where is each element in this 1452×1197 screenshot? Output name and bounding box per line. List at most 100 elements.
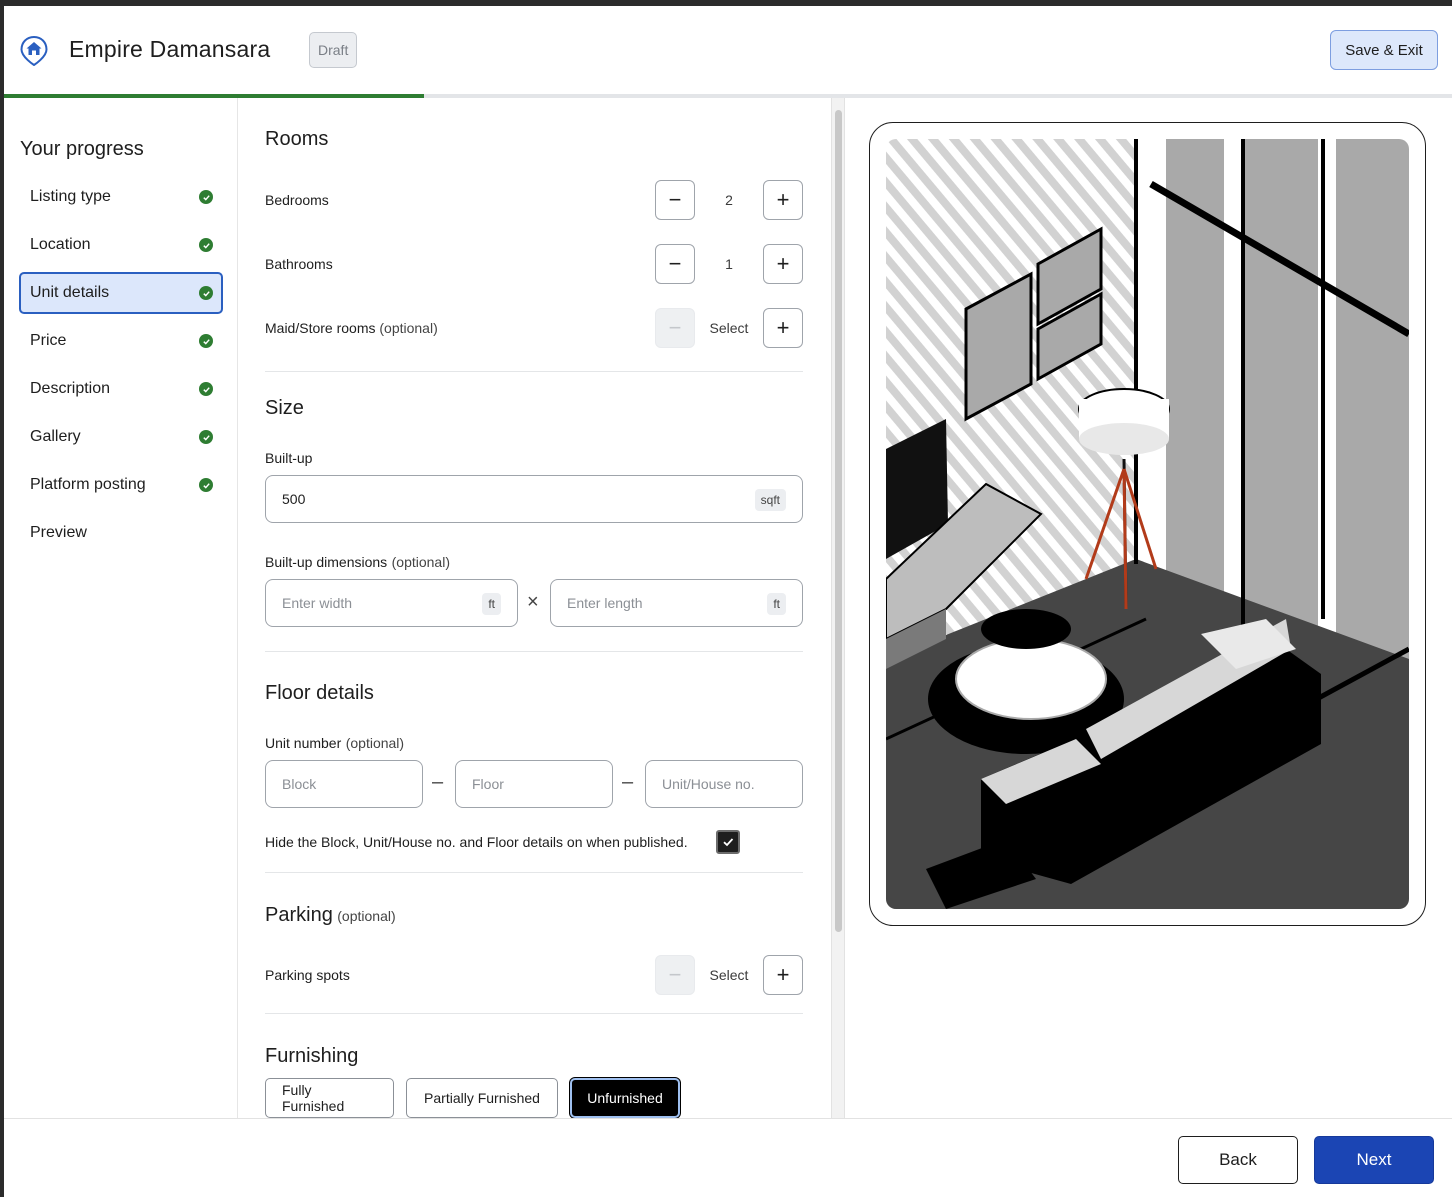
save-exit-button[interactable]: Save & Exit	[1330, 30, 1438, 70]
maid-rooms-stepper: − Select +	[655, 308, 803, 348]
plus-icon: +	[776, 315, 790, 340]
sidebar-item-label: Preview	[30, 524, 87, 541]
bedrooms-decrement-button[interactable]: −	[655, 180, 695, 220]
progress-sidebar: Your progress Listing type Location Unit d…	[4, 98, 238, 1118]
width-input[interactable]: Enter width ft	[265, 579, 518, 627]
parking-increment-button[interactable]: +	[763, 955, 803, 995]
dash-separator: –	[432, 771, 444, 793]
unit-details-form: Rooms Bedrooms − 2 + Bathrooms − 1 + Mai…	[239, 98, 831, 1118]
sidebar-item-label: Unit details	[30, 284, 110, 301]
sidebar-item-preview[interactable]: Preview	[19, 512, 223, 554]
back-button[interactable]: Back	[1178, 1136, 1298, 1184]
dash-separator: –	[622, 771, 634, 793]
maid-rooms-label-text: Maid/Store rooms	[265, 320, 376, 336]
block-input[interactable]: Block	[265, 760, 423, 808]
home-pin-logo-icon	[20, 36, 48, 66]
check-circle-icon	[199, 190, 213, 204]
sidebar-item-unit-details[interactable]: Unit details	[19, 272, 223, 314]
maid-rooms-increment-button[interactable]: +	[763, 308, 803, 348]
optional-tag: (optional)	[379, 320, 438, 336]
illustration-frame	[869, 122, 1426, 926]
maid-rooms-decrement-button[interactable]: −	[655, 308, 695, 348]
ft-unit-badge: ft	[482, 593, 501, 615]
floor-placeholder: Floor	[472, 776, 504, 792]
bedrooms-increment-button[interactable]: +	[763, 180, 803, 220]
bathrooms-decrement-button[interactable]: −	[655, 244, 695, 284]
furnishing-option-fully[interactable]: Fully Furnished	[265, 1078, 394, 1118]
furnishing-option-partially[interactable]: Partially Furnished	[406, 1078, 558, 1118]
length-input[interactable]: Enter length ft	[550, 579, 803, 627]
floor-input[interactable]: Floor	[455, 760, 613, 808]
parking-spots-label: Parking spots	[265, 967, 350, 983]
parking-value: Select	[709, 967, 749, 983]
size-heading: Size	[265, 397, 304, 419]
sqft-unit-badge: sqft	[754, 489, 786, 511]
ft-unit-badge: ft	[767, 593, 786, 615]
maid-rooms-row: Maid/Store rooms (optional) − Select +	[265, 308, 803, 348]
sidebar-item-label: Price	[30, 332, 67, 349]
times-separator: ×	[527, 591, 539, 613]
sidebar-item-price[interactable]: Price	[19, 320, 223, 362]
bedrooms-stepper: − 2 +	[655, 180, 803, 220]
plus-icon: +	[776, 962, 790, 987]
hide-details-checkbox[interactable]	[716, 830, 740, 854]
furnishing-heading: Furnishing	[265, 1045, 359, 1067]
section-divider	[265, 872, 803, 873]
page-title: Empire Damansara	[69, 36, 271, 62]
sidebar-item-description[interactable]: Description	[19, 368, 223, 410]
builtup-value: 500	[282, 491, 306, 507]
check-circle-icon	[199, 286, 213, 300]
optional-tag: (optional)	[337, 908, 396, 924]
minus-icon: −	[668, 251, 682, 276]
sidebar-item-label: Location	[30, 236, 91, 253]
builtup-input[interactable]: 500 sqft	[265, 475, 803, 523]
living-room-image	[886, 139, 1409, 909]
form-scrollbar[interactable]	[831, 98, 845, 1118]
next-button[interactable]: Next	[1314, 1136, 1434, 1184]
checkmark-icon	[723, 838, 734, 847]
rooms-heading: Rooms	[265, 128, 329, 150]
sidebar-item-listing-type[interactable]: Listing type	[19, 176, 223, 218]
minus-icon: −	[668, 187, 682, 212]
sidebar-item-label: Listing type	[30, 188, 111, 205]
rooms-section: Rooms	[265, 128, 803, 151]
sidebar-item-location[interactable]: Location	[19, 224, 223, 266]
parking-stepper: − Select +	[655, 955, 803, 995]
progress-nav: Listing type Location Unit details Price Des…	[19, 176, 223, 560]
unit-house-placeholder: Unit/House no.	[662, 776, 755, 792]
check-circle-icon	[199, 238, 213, 252]
sidebar-item-platform-posting[interactable]: Platform posting	[19, 464, 223, 506]
bedrooms-label: Bedrooms	[265, 192, 329, 208]
header: Empire Damansara Draft Save & Exit	[4, 6, 1452, 94]
width-placeholder: Enter width	[282, 595, 353, 611]
maid-rooms-label: Maid/Store rooms (optional)	[265, 320, 438, 336]
minus-icon: −	[668, 315, 682, 340]
plus-icon: +	[776, 187, 790, 212]
unit-house-input[interactable]: Unit/House no.	[645, 760, 803, 808]
block-placeholder: Block	[282, 776, 317, 792]
floor-heading: Floor details	[265, 682, 374, 704]
scrollbar-thumb[interactable]	[835, 110, 842, 932]
bathrooms-value: 1	[725, 256, 733, 272]
sidebar-item-gallery[interactable]: Gallery	[19, 416, 223, 458]
hide-details-label: Hide the Block, Unit/House no. and Floor…	[265, 834, 688, 850]
sidebar-item-label: Description	[30, 380, 111, 397]
optional-tag: (optional)	[391, 554, 450, 570]
maid-rooms-value: Select	[709, 320, 749, 336]
bathrooms-increment-button[interactable]: +	[763, 244, 803, 284]
parking-decrement-button[interactable]: −	[655, 955, 695, 995]
bedrooms-value: 2	[725, 192, 733, 208]
bathrooms-stepper: − 1 +	[655, 244, 803, 284]
unit-number-label: Unit number	[265, 735, 342, 751]
living-room-illustration	[886, 139, 1409, 909]
sidebar-item-label: Gallery	[30, 428, 81, 445]
length-placeholder: Enter length	[567, 595, 643, 611]
section-divider	[265, 651, 803, 652]
status-badge: Draft	[309, 32, 358, 68]
check-circle-icon	[199, 382, 213, 396]
minus-icon: −	[668, 962, 682, 987]
plus-icon: +	[776, 251, 790, 276]
furnishing-option-unfurnished[interactable]: Unfurnished	[570, 1078, 680, 1118]
dims-label: Built-up dimensions	[265, 554, 388, 570]
check-circle-icon	[199, 334, 213, 348]
